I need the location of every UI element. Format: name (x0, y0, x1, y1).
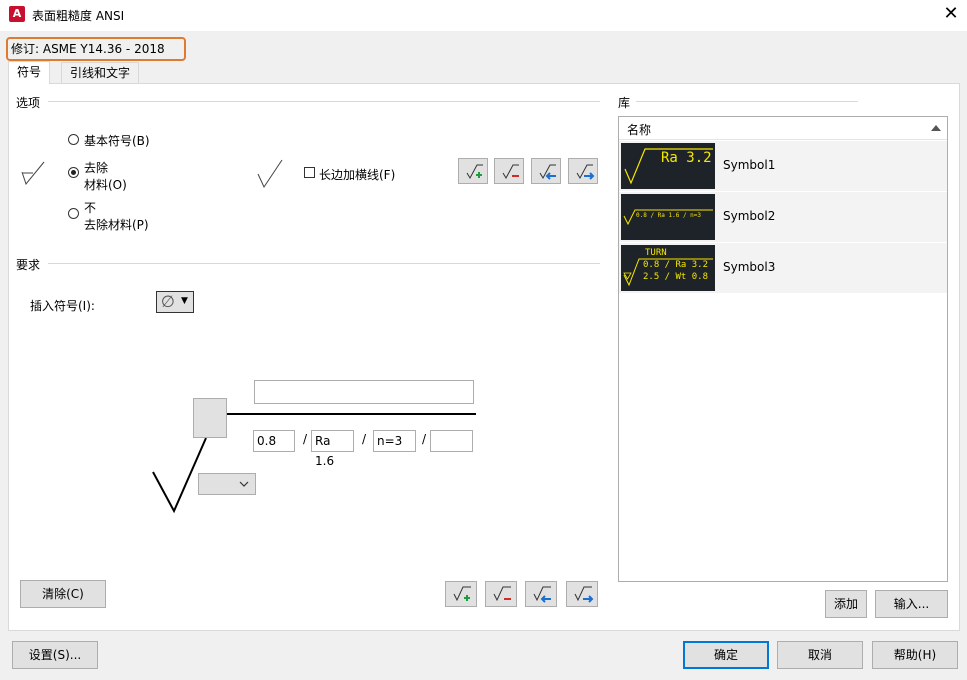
close-icon[interactable]: ✕ (940, 3, 962, 25)
radio-basic-label: 基本符号(B) (84, 134, 150, 148)
ok-button[interactable]: 确定 (683, 641, 769, 669)
symbol1-thumb-text: Ra 3.2 (661, 150, 712, 166)
clear-button[interactable]: 清除(C) (20, 580, 106, 608)
symbol2-thumb-text: 0.8 / Ra 1.6 / n=3 (636, 212, 702, 219)
library-list[interactable]: 名称 Ra 3.2 Symbol1 0.8 / Ra 1.6 / n=3 Sym… (618, 116, 948, 582)
diameter-icon: ∅ (161, 292, 175, 311)
requirements-divider (48, 263, 600, 264)
requirements-heading: 要求 (16, 258, 41, 272)
options-divider (48, 101, 600, 102)
remove-symbol-button[interactable] (494, 158, 524, 184)
library-item-symbol3[interactable]: TURN 0.8 / Ra 3.2 2.5 / Wt 0.8 Symbol3 (619, 243, 947, 293)
separator-slash-2: / (362, 432, 367, 446)
value-field-d[interactable] (430, 430, 473, 452)
symbol2-thumbnail: 0.8 / Ra 1.6 / n=3 (621, 194, 715, 240)
arrow-left-icon (539, 164, 556, 180)
lay-direction-dropdown[interactable] (198, 473, 256, 495)
app-icon: A (9, 6, 25, 22)
insert-symbol-label: 插入符号(I): (30, 299, 95, 313)
library-item-symbol1[interactable]: Ra 3.2 Symbol1 (619, 141, 947, 191)
move-left-requirement-button[interactable] (525, 581, 557, 607)
arrow-right-icon (574, 586, 594, 603)
sort-up-icon[interactable] (931, 125, 941, 132)
radio-material-removal[interactable] (68, 167, 79, 178)
symbol3-thumb-line2: 0.8 / Ra 3.2 (643, 260, 709, 270)
symbol1-thumbnail: Ra 3.2 (621, 143, 715, 189)
radio-noremoval-label-1: 不 (84, 201, 97, 215)
column-name-label: 名称 (627, 123, 652, 137)
add-symbol-button[interactable] (458, 158, 488, 184)
title-bar (0, 0, 967, 31)
separator-slash-3: / (422, 432, 427, 446)
move-right-symbol-button[interactable] (568, 158, 598, 184)
arrow-left-icon (533, 586, 551, 603)
move-right-requirement-button[interactable] (566, 581, 598, 607)
add-symbol-icon (466, 164, 483, 180)
chevron-down-icon: ▼ (181, 296, 188, 306)
help-button[interactable]: 帮助(H) (872, 641, 958, 669)
symbol2-name: Symbol2 (723, 209, 776, 223)
long-bar-label: 长边加横线(F) (319, 168, 396, 182)
insert-symbol-dropdown[interactable]: ∅ ▼ (156, 291, 194, 313)
move-left-symbol-button[interactable] (531, 158, 561, 184)
symbol3-thumb-line3: 2.5 / Wt 0.8 (643, 272, 709, 282)
long-bar-checkbox[interactable] (304, 167, 315, 178)
radio-removal-label-2: 材料(O) (84, 178, 127, 192)
library-divider (636, 101, 858, 102)
add-requirement-button[interactable] (445, 581, 477, 607)
radio-basic-symbol[interactable] (68, 134, 79, 145)
tab-leader-text[interactable]: 引线和文字 (61, 62, 140, 83)
symbol3-thumb-line1: TURN (645, 248, 667, 258)
value-field-c[interactable]: n=3 (373, 430, 416, 452)
separator-slash-1: / (303, 432, 308, 446)
remove-requirement-button[interactable] (485, 581, 517, 607)
library-column-header[interactable]: 名称 (619, 117, 947, 140)
symbol-type-box[interactable] (193, 398, 227, 438)
radio-noremoval-label-2: 去除材料(P) (84, 218, 149, 232)
radio-no-removal[interactable] (68, 208, 79, 219)
settings-button[interactable]: 设置(S)... (12, 641, 98, 669)
arrow-right-icon (576, 164, 595, 180)
library-heading: 库 (618, 96, 631, 110)
tab-symbol[interactable]: 符号 (8, 61, 51, 84)
remove-symbol-icon (502, 164, 519, 180)
chevron-down-icon (239, 481, 249, 487)
import-button[interactable]: 输入... (875, 590, 948, 618)
value-field-b[interactable]: Ra 1.6 (311, 430, 354, 468)
radio-removal-label-1: 去除 (84, 161, 109, 175)
window-title: 表面粗糙度 ANSI (32, 9, 125, 23)
add-symbol-icon (453, 586, 471, 602)
symbol1-name: Symbol1 (723, 158, 776, 172)
options-heading: 选项 (16, 96, 41, 110)
removal-symbol-icon (21, 161, 45, 186)
remove-symbol-icon (493, 586, 511, 602)
value-field-a[interactable]: 0.8 (253, 430, 295, 452)
long-bar-symbol-icon (257, 159, 283, 189)
add-to-library-button[interactable]: 添加 (825, 590, 867, 618)
cancel-button[interactable]: 取消 (777, 641, 863, 669)
revision-label: 修订: ASME Y14.36 - 2018 (6, 37, 186, 61)
library-item-symbol2[interactable]: 0.8 / Ra 1.6 / n=3 Symbol2 (619, 192, 947, 242)
top-requirement-field[interactable] (254, 380, 474, 404)
symbol3-thumbnail: TURN 0.8 / Ra 3.2 2.5 / Wt 0.8 (621, 245, 715, 291)
symbol3-name: Symbol3 (723, 260, 776, 274)
